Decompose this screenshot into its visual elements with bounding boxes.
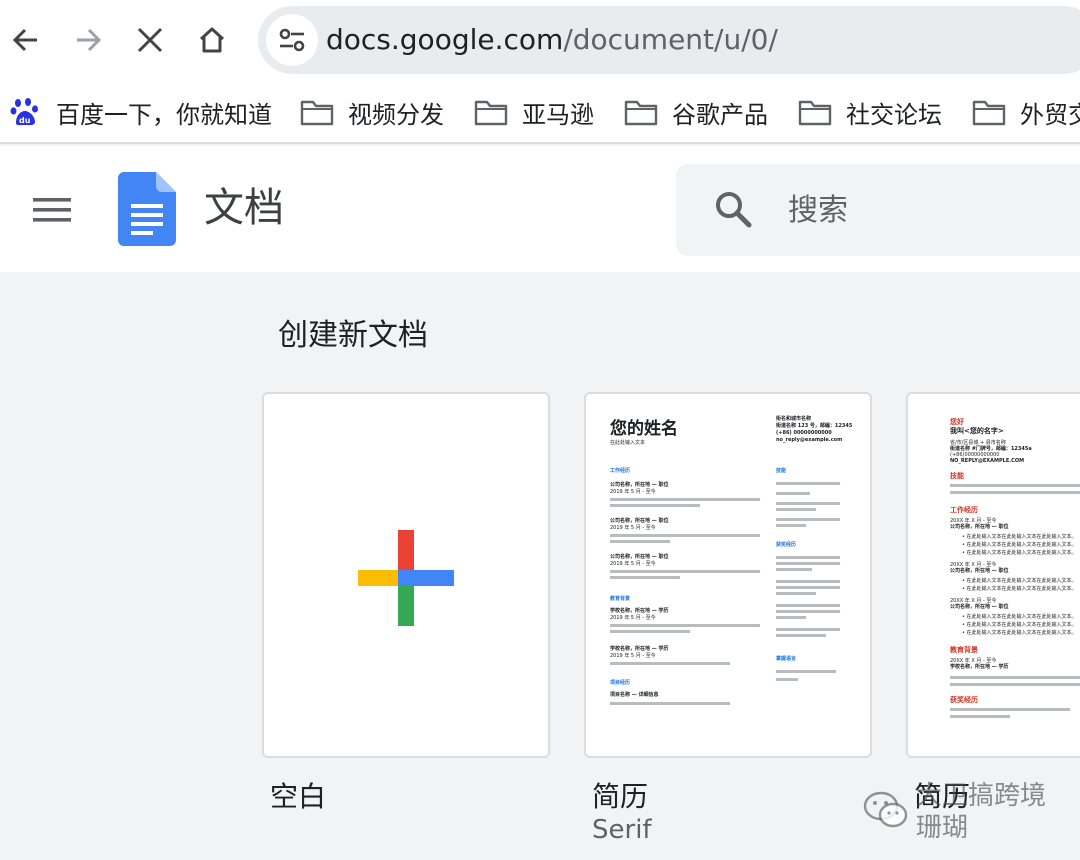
resume-contact: 街道名称 123 号，邮编：12345: [776, 423, 853, 429]
folder-icon: [798, 97, 832, 127]
back-arrow-icon: [12, 28, 37, 52]
url-host: docs.google.com: [326, 23, 564, 56]
template-sub-resume-serif: Serif: [592, 815, 652, 845]
template-label-resume-serif[interactable]: 简历: [592, 780, 648, 814]
resume-section: 技能: [776, 468, 787, 474]
watermark-line-2: 珊瑚: [916, 813, 969, 843]
resume-date: 2019 年 5 月 - 至今: [610, 615, 656, 621]
watermark-line-1: 大卫搞跨境: [916, 781, 1047, 811]
resume-section: 项目经历: [610, 680, 631, 686]
bookmark-folder-trade[interactable]: 外贸交: [972, 92, 1080, 132]
url-text: docs.google.com/document/u/0/: [326, 22, 778, 58]
resume-section: 工作经历: [950, 506, 978, 514]
resume-contact: no_reply@example.com: [776, 437, 843, 443]
bookmark-label: 亚马逊: [522, 100, 594, 129]
resume-greeting: 您好: [950, 418, 964, 426]
url-path: /document/u/0/: [563, 23, 778, 56]
resume-section: 教育背景: [950, 646, 978, 654]
resume-name: 您的姓名: [610, 419, 678, 439]
resume-section: 教育背景: [610, 596, 631, 602]
bookmark-label: 视频分发: [348, 100, 444, 129]
resume-date: 2019 年 5 月 - 至今: [610, 525, 656, 531]
folder-icon: [624, 97, 658, 127]
resume-school: 学校名称，所在地 — 学历: [610, 646, 669, 652]
watermark-text: 大卫搞跨境 珊瑚: [916, 780, 1046, 844]
app-title[interactable]: 文档: [204, 184, 284, 232]
bookmark-label: 谷歌产品: [672, 100, 768, 129]
bookmark-folder-video[interactable]: 视频分发: [300, 92, 444, 132]
browser-toolbar: docs.google.com/document/u/0/: [0, 0, 1080, 80]
resume-contact: (+86) 00000000000: [776, 430, 832, 436]
resume-bullet: • 在此处输入文本在此处输入文本在此处输入文本。: [962, 622, 1077, 628]
resume-date: 2019 年 5 月 - 至今: [610, 489, 656, 495]
resume-section: 获奖经历: [950, 696, 978, 704]
hamburger-menu-icon: [33, 198, 71, 222]
resume-bullet: • 在此处输入文本在此处输入文本在此处输入文本。: [962, 614, 1077, 620]
site-info-button[interactable]: [266, 14, 318, 66]
resume-school: 学校名称，所在地 — 学历: [950, 664, 1009, 670]
resume-job: 公司名称，所在地 — 职位: [610, 482, 669, 488]
baidu-icon: du: [8, 97, 42, 127]
docs-logo-icon[interactable]: [117, 172, 176, 246]
address-bar[interactable]: docs.google.com/document/u/0/: [258, 6, 1080, 74]
resume-school: 学校名称，所在地 — 学历: [610, 608, 669, 614]
resume-contact: 街名和城市名称: [776, 416, 812, 422]
resume-job: 公司名称，所在地 — 职位: [950, 568, 1009, 574]
folder-icon: [474, 97, 508, 127]
bookmark-label: 社交论坛: [846, 100, 942, 129]
resume-job: 公司名称，所在地 — 职位: [610, 554, 669, 560]
template-card-blank[interactable]: [262, 392, 550, 758]
resume-bullet: • 在此处输入文本在此处输入文本在此处输入文本。: [962, 630, 1077, 636]
plus-icon: [358, 530, 454, 626]
resume-job: 公司名称，所在地 — 职位: [610, 518, 669, 524]
resume-job: 公司名称，所在地 — 职位: [950, 604, 1009, 610]
tune-icon: [279, 28, 305, 52]
bookmark-baidu[interactable]: du 百度一下，你就知道: [8, 92, 272, 132]
folder-icon: [972, 97, 1006, 127]
forward-button[interactable]: [62, 14, 114, 66]
stop-button[interactable]: [124, 14, 176, 66]
forward-arrow-icon: [77, 28, 102, 52]
resume-date: 2019 年 5 月 - 至今: [610, 561, 656, 567]
bookmark-label: 百度一下，你就知道: [56, 100, 272, 129]
home-button[interactable]: [186, 14, 238, 66]
bookmark-folder-amazon[interactable]: 亚马逊: [474, 92, 594, 132]
bookmark-label: 外贸交: [1020, 100, 1080, 129]
svg-text:du: du: [19, 116, 31, 125]
back-button[interactable]: [0, 14, 52, 66]
search-box[interactable]: [676, 164, 1080, 256]
resume-bullet: • 在此处输入文本在此处输入文本在此处输入文本。: [962, 534, 1077, 540]
search-input[interactable]: [788, 188, 1068, 232]
resume-section: 工作经历: [610, 468, 631, 474]
main-menu-button[interactable]: [24, 186, 80, 234]
resume-subtitle: 在此处输入文本: [610, 440, 646, 446]
home-icon: [199, 27, 225, 53]
resume-section: 掌握语言: [776, 656, 797, 662]
watermark: 大卫搞跨境 珊瑚: [862, 780, 1062, 850]
resume-bullet: • 在此处输入文本在此处输入文本在此处输入文本。: [962, 586, 1077, 592]
docs-header: 文档: [0, 146, 1080, 272]
template-card-resume-modern[interactable]: 您好 我叫<您的名字> 省/市/区县城 + 县市名称 街道名称 #门牌号，邮编：…: [906, 392, 1080, 758]
resume-job: 公司名称，所在地 — 职位: [950, 524, 1009, 530]
resume-bullet: • 在此处输入文本在此处输入文本在此处输入文本。: [962, 578, 1077, 584]
resume-project: 项目名称 — 详细信息: [610, 692, 659, 698]
resume-bullet: • 在此处输入文本在此处输入文本在此处输入文本。: [962, 542, 1077, 548]
resume-date: 2019 年 5 月 - 至今: [610, 653, 656, 659]
template-card-resume-serif[interactable]: 您的姓名 在此处输入文本 街名和城市名称 街道名称 123 号，邮编：12345…: [584, 392, 872, 758]
bookmarks-bar: du 百度一下，你就知道 视频分发 亚马逊 谷歌产品 社交论坛 外贸交: [0, 80, 1080, 144]
resume-section: 技能: [950, 472, 964, 480]
wechat-icon: [863, 791, 908, 828]
resume-name: 我叫<您的名字>: [950, 427, 1004, 435]
folder-icon: [300, 97, 334, 127]
search-icon[interactable]: [712, 188, 756, 232]
close-icon: [137, 27, 163, 53]
resume-section: 获奖经历: [776, 542, 797, 548]
resume-contact: NO_REPLY@EXAMPLE.COM: [950, 458, 1025, 464]
bookmark-folder-social[interactable]: 社交论坛: [798, 92, 942, 132]
bookmark-folder-google[interactable]: 谷歌产品: [624, 92, 768, 132]
template-label-blank[interactable]: 空白: [270, 780, 326, 814]
resume-bullet: • 在此处输入文本在此处输入文本在此处输入文本。: [962, 550, 1077, 556]
gallery-title: 创建新文档: [278, 318, 428, 353]
